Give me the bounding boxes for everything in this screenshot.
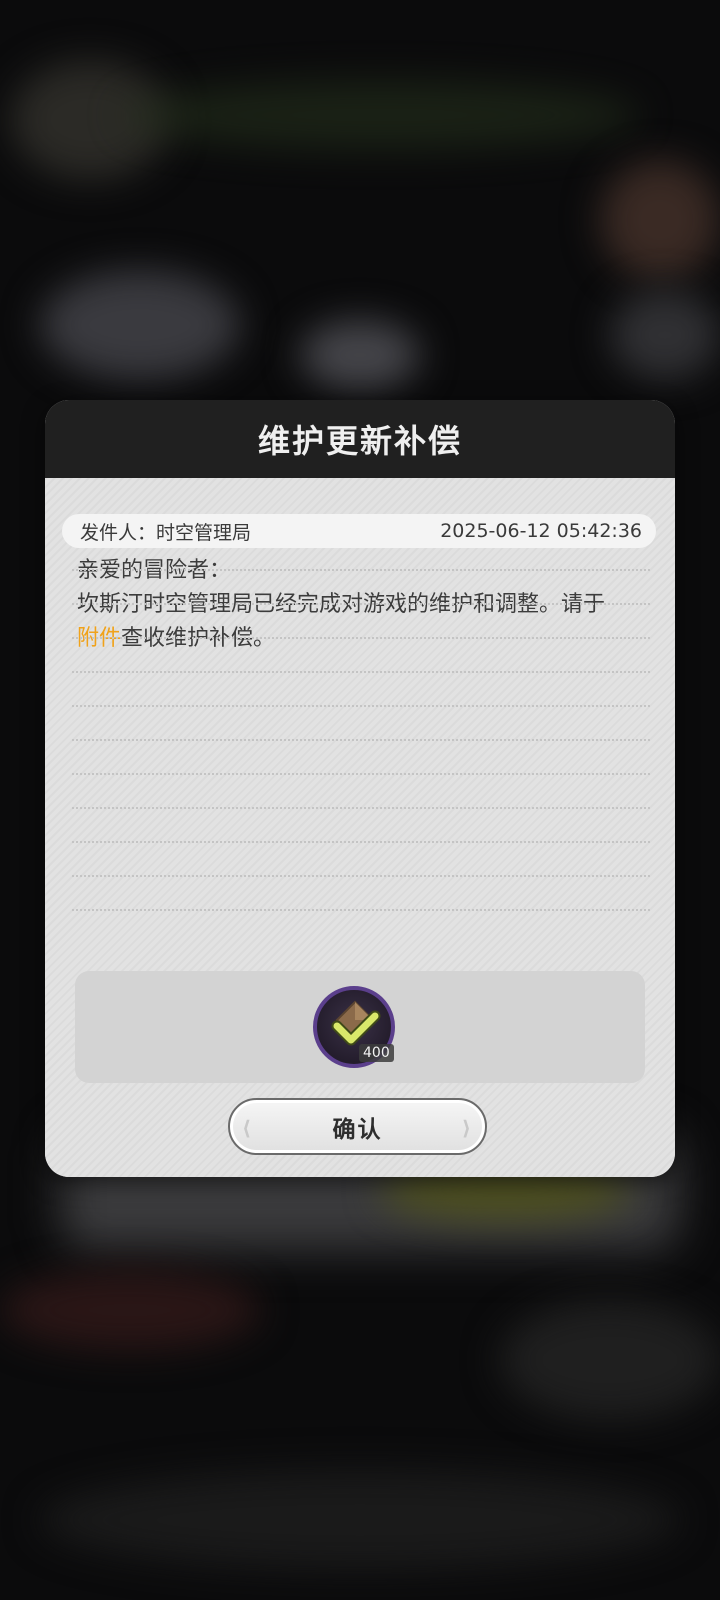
ruled-line: [72, 637, 650, 639]
ruled-line: [72, 569, 650, 571]
ruled-line: [72, 603, 650, 605]
attachments-panel: 400: [75, 971, 645, 1083]
message-greeting: 亲爱的冒险者：: [77, 558, 232, 583]
ruled-line: [72, 909, 650, 911]
mail-timestamp: 2025-06-12 05:42:36: [440, 520, 642, 542]
ruled-line: [72, 739, 650, 741]
message-body: 坎斯汀时空管理局已经完成对游戏的维护和调整。请于: [77, 592, 606, 617]
attachment-item[interactable]: 400: [313, 986, 395, 1068]
dialog-title: 维护更新补偿: [257, 422, 462, 460]
ruled-line: [72, 671, 650, 673]
button-ornament-right-icon: ⟩: [461, 1116, 473, 1140]
dialog-body: 发件人：时空管理局 2025-06-12 05:42:36 亲爱的冒险者： 坎斯…: [45, 478, 675, 1177]
ruled-line: [72, 705, 650, 707]
confirm-button[interactable]: ⟨ 确认 ⟩: [228, 1098, 487, 1155]
button-ornament-left-icon: ⟨: [242, 1116, 254, 1140]
ruled-line: [72, 807, 650, 809]
message-last-line: 附件查收维护补偿。: [77, 622, 649, 656]
dialog-header: 维护更新补偿: [45, 400, 675, 478]
attachment-quantity: 400: [359, 1044, 394, 1062]
confirm-label: 确认: [332, 1116, 383, 1143]
sender-label: 发件人：时空管理局: [80, 521, 252, 544]
ruled-line: [72, 875, 650, 877]
mail-dialog: 维护更新补偿 发件人：时空管理局 2025-06-12 05:42:36 亲爱的…: [45, 400, 675, 1177]
sender-bar: 发件人：时空管理局 2025-06-12 05:42:36: [62, 514, 656, 548]
ruled-line: [72, 841, 650, 843]
ruled-line: [72, 773, 650, 775]
